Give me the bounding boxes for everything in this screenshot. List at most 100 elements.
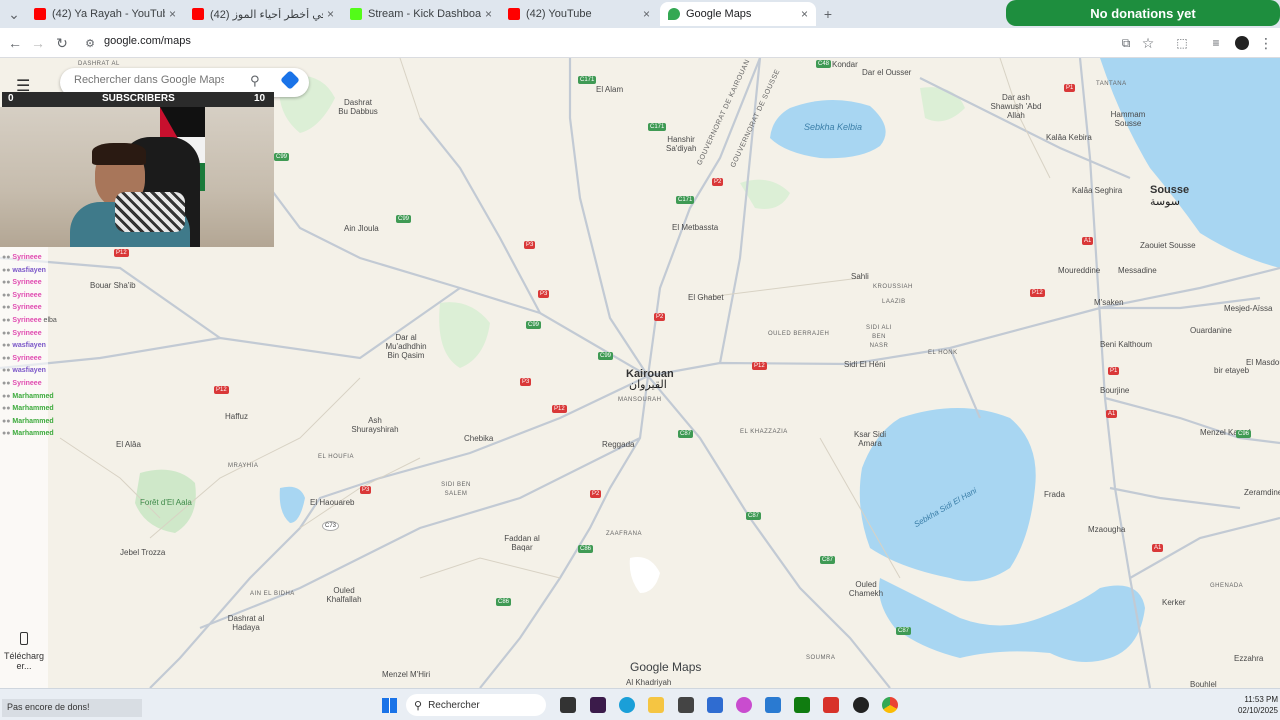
label-el-ghabet: El Ghabet — [688, 293, 724, 302]
pond — [279, 486, 305, 523]
chat-message: ●● Syrineee — [2, 254, 42, 261]
terminal-app-icon[interactable] — [590, 697, 606, 713]
label-ash-shurayshirah: Ash Shurayshirah — [351, 416, 399, 434]
label-ouardanine: Ouardanine — [1190, 326, 1232, 335]
copilot-icon[interactable] — [736, 697, 752, 713]
label-beni-kalthoum: Beni Kalthoum — [1100, 340, 1153, 349]
label-ghenada: GHENADA — [1210, 583, 1244, 589]
road-shield: C87 — [678, 430, 694, 438]
search-input[interactable] — [74, 74, 224, 86]
obs-icon[interactable] — [853, 697, 869, 713]
road-shield: C99 — [598, 352, 614, 360]
bookmark-star-icon[interactable]: ☆ — [1138, 33, 1158, 53]
youtube-icon — [34, 8, 46, 20]
clock-time: 11:53 PM — [1244, 695, 1278, 704]
chat-message: ●● Syrineee — [2, 354, 42, 362]
url-text[interactable]: google.com/maps — [104, 35, 191, 47]
label-sidi-ali-ben-nasr: SIDI ALI BEN NASR — [865, 325, 892, 349]
label-el-masdour: El Masdour — [1246, 358, 1280, 367]
label-kalaa-seghira: Kalâa Seghira — [1072, 186, 1123, 195]
road-shield: C99 — [274, 153, 290, 161]
system-clock[interactable]: 11:53 PM 02/10/2025 — [1222, 694, 1278, 716]
label-ain-jloula: Ain Jloula — [344, 224, 379, 233]
label-dar-ash-shawush: Dar ash Shawush 'Abd Allah — [990, 93, 1042, 120]
road-shield: P3 — [524, 241, 536, 249]
road-shield: P12 — [1030, 289, 1045, 297]
label-mansourah: MANSOURAH — [618, 397, 662, 403]
store-icon[interactable] — [765, 697, 781, 713]
close-icon[interactable]: × — [327, 7, 334, 21]
label-bourjine: Bourjine — [1100, 386, 1130, 395]
windows-start-icon[interactable] — [382, 698, 397, 713]
google-maps-logo: Google Maps — [630, 660, 702, 674]
subscriber-goal-bar: 0 SUBSCRIBERS 10 — [2, 92, 274, 107]
office-icon[interactable] — [823, 697, 839, 713]
label-el-metbassta: El Metbassta — [672, 223, 719, 232]
taskbar-search[interactable]: ⚲ Rechercher — [406, 694, 546, 716]
back-icon[interactable]: ← — [5, 33, 25, 53]
label-mzaougha: Mzaougha — [1088, 525, 1126, 534]
address-bar: ← → ↻ ⚙ google.com/maps ⧉ ☆ ⬚ ≡ ⋮ — [0, 28, 1280, 58]
site-info-icon[interactable]: ⚙ — [80, 33, 100, 53]
label-hammam-sousse: Hammam Sousse — [1110, 110, 1146, 128]
reload-icon[interactable]: ↻ — [52, 33, 72, 53]
profile-avatar[interactable] — [1232, 33, 1252, 53]
tab-youtube[interactable]: (42) YouTube × — [500, 2, 658, 26]
edge-browser-icon[interactable] — [619, 697, 635, 713]
download-app-button[interactable]: Télécharg er... — [2, 632, 46, 671]
xbox-icon[interactable] — [794, 697, 810, 713]
chat-message: ●● Syrineee — [2, 279, 42, 287]
label-dashrat-bu-dabbus: Dashrat Bu Dabbus — [338, 98, 378, 116]
close-icon[interactable]: × — [643, 7, 650, 21]
label-ain-el-bidha: AIN EL BIDHA — [250, 591, 295, 597]
menu-icon[interactable]: ⋮ — [1256, 33, 1276, 53]
clock-date: 02/10/2025 — [1237, 706, 1278, 715]
close-icon[interactable]: × — [169, 7, 176, 21]
road-shield: C73 — [322, 521, 340, 531]
tab-list-icon[interactable]: ⌄ — [4, 4, 24, 24]
road-shield: C171 — [578, 76, 597, 84]
close-icon[interactable]: × — [801, 7, 808, 21]
tab-title: Google Maps — [686, 8, 752, 20]
forward-icon[interactable]: → — [28, 33, 48, 53]
label-mesjed-aissa: Mesjed-Aïssa — [1224, 304, 1273, 313]
label-el-alam: El Alam — [596, 85, 624, 94]
close-icon[interactable]: × — [485, 7, 492, 21]
map-pin-icon — [668, 8, 680, 20]
road-shield: P12 — [552, 405, 567, 413]
install-app-icon[interactable]: ⧉ — [1116, 33, 1136, 53]
chat-message: ●● Marhammed — [2, 430, 54, 438]
label-msaken: M'saken — [1094, 298, 1124, 307]
visual-studio-icon[interactable] — [707, 697, 723, 713]
label-soumra: SOUMRA — [806, 655, 836, 661]
search-icon[interactable]: ⚲ — [250, 73, 260, 89]
tab-ya-rayah[interactable]: (42) Ya Rayah - YouTube × — [26, 2, 184, 26]
road-shield: P1 — [1064, 84, 1076, 92]
donation-banner: No donations yet — [1006, 0, 1280, 26]
tab-kick-dashboard[interactable]: Stream - Kick Dashboard × — [342, 2, 500, 26]
label-chebika: Chebika — [464, 434, 494, 443]
label-sidi-el-heni: Sidi El Héni — [844, 360, 886, 369]
directions-icon[interactable] — [280, 70, 300, 90]
app-cube-icon[interactable] — [678, 697, 694, 713]
label-el-honk: EL HONK — [928, 350, 958, 356]
city-label-sousse: Sousse — [1150, 184, 1190, 196]
label-el-houfia: EL HOUFIA — [318, 454, 354, 460]
road-shield: C87 — [896, 627, 912, 635]
label-menzel-mhiri: Menzel M'Hiri — [382, 670, 431, 679]
media-control-icon[interactable]: ≡ — [1206, 33, 1226, 53]
label-laazib: LAAZIB — [882, 299, 906, 305]
chrome-icon[interactable] — [882, 697, 898, 713]
lake-south — [879, 578, 1145, 662]
extensions-icon[interactable]: ⬚ — [1172, 33, 1192, 53]
tab-youtube-arabic[interactable]: (42) تحولت في أخطر أحياء الموز... × — [184, 2, 342, 26]
label-ouled-khalfallah: Ouled Khalfallah — [326, 586, 362, 604]
subscriber-count-start: 0 — [8, 93, 14, 104]
file-explorer-icon[interactable] — [648, 697, 664, 713]
new-tab-button[interactable]: + — [818, 4, 838, 24]
label-ezzahra: Ezzahra — [1234, 654, 1264, 663]
task-view-icon[interactable] — [560, 697, 576, 713]
chat-message: ●● Syrineee — [2, 379, 42, 387]
chat-message: ●● Marhammed — [2, 392, 54, 400]
tab-google-maps[interactable]: Google Maps × — [660, 2, 816, 26]
